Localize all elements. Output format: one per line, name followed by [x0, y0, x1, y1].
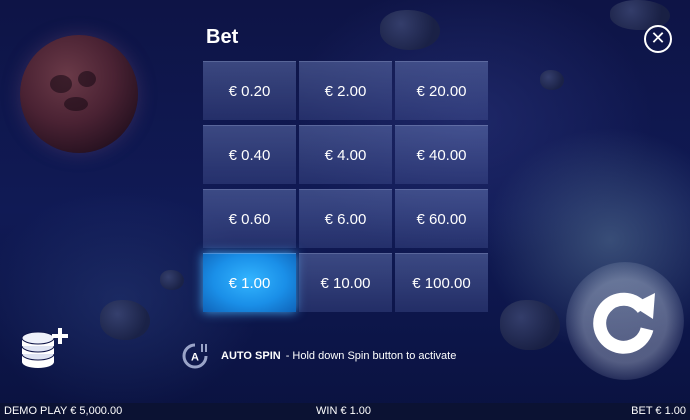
- bet-option-label: € 10.00: [320, 274, 371, 292]
- bet-option[interactable]: € 4.00: [299, 125, 392, 184]
- bet-panel-title: Bet: [206, 26, 239, 48]
- bet-option-label: € 4.00: [324, 146, 367, 164]
- asteroid-decoration: [380, 10, 440, 50]
- bet-option[interactable]: € 20.00: [395, 61, 488, 120]
- close-icon: ✕: [650, 28, 666, 49]
- bet-option[interactable]: € 0.60: [203, 189, 296, 248]
- autospin-hint: - Hold down Spin button to activate: [285, 350, 457, 362]
- bet-option-label: € 100.00: [412, 274, 471, 292]
- bet-option[interactable]: € 2.00: [299, 61, 392, 120]
- bet-text: BET € 1.00: [631, 405, 686, 417]
- autospin-icon-letter: A: [191, 352, 199, 364]
- status-bar: DEMO PLAY € 5,000.00 WIN € 1.00 BET € 1.…: [0, 403, 690, 420]
- asteroid-decoration: [500, 300, 560, 350]
- balance-text: DEMO PLAY € 5,000.00: [4, 405, 123, 417]
- autospin-info: A AUTO SPIN - Hold down Spin button to a…: [181, 342, 456, 370]
- bet-option[interactable]: € 0.20: [203, 61, 296, 120]
- bet-option[interactable]: € 10.00: [299, 253, 392, 312]
- asteroid-decoration: [160, 270, 184, 290]
- bet-option-label: € 0.20: [228, 82, 271, 100]
- bet-option-label: € 20.00: [416, 82, 467, 100]
- close-button[interactable]: ✕: [644, 25, 672, 53]
- bet-option-label: € 40.00: [416, 146, 467, 164]
- asteroid-decoration: [540, 70, 564, 90]
- autospin-label: AUTO SPIN: [221, 350, 281, 362]
- bet-option-label: € 1.00: [228, 274, 271, 292]
- win-text: WIN € 1.00: [316, 405, 372, 417]
- spin-icon: [593, 292, 655, 354]
- spin-button[interactable]: [566, 262, 684, 380]
- bet-options-grid: € 0.20 € 2.00 € 20.00 € 0.40 € 4.00 € 40…: [203, 61, 489, 313]
- bet-option[interactable]: € 40.00: [395, 125, 488, 184]
- bet-option-label: € 6.00: [324, 210, 367, 228]
- planet-decoration: [20, 35, 138, 153]
- autospin-icon: A: [181, 342, 209, 370]
- bet-option-label: € 0.40: [228, 146, 271, 164]
- coin-stack-add-icon[interactable]: [20, 326, 72, 370]
- bet-option[interactable]: € 6.00: [299, 189, 392, 248]
- bet-option-label: € 0.60: [228, 210, 271, 228]
- bet-option-label: € 2.00: [324, 82, 367, 100]
- bet-option[interactable]: € 60.00: [395, 189, 488, 248]
- bet-option-selected[interactable]: € 1.00: [203, 253, 296, 312]
- bet-option-label: € 60.00: [416, 210, 467, 228]
- asteroid-decoration: [100, 300, 150, 340]
- bet-option[interactable]: € 0.40: [203, 125, 296, 184]
- bet-option[interactable]: € 100.00: [395, 253, 488, 312]
